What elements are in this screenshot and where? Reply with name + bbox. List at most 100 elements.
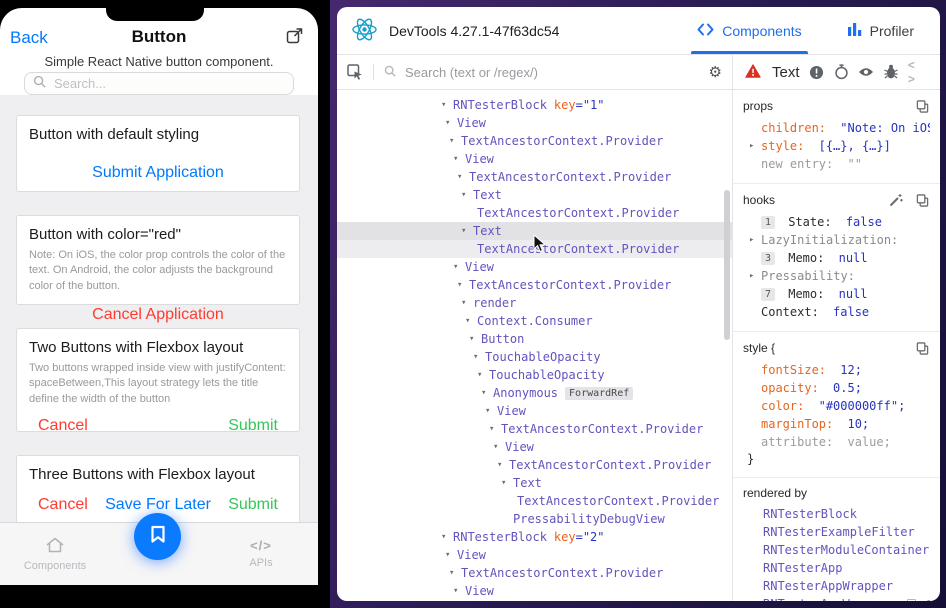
owner-name[interactable]: RNTesterBlock: [763, 507, 857, 521]
tree-row[interactable]: ▾ Text: [337, 186, 732, 204]
prop-row[interactable]: new entry: "": [743, 155, 930, 173]
tree-row[interactable]: ▾ TextAncestorContext.Provider: [337, 456, 732, 474]
view-source-icon[interactable]: < >: [908, 58, 928, 86]
tree-row[interactable]: ▾ Button: [337, 330, 732, 348]
tree-scrollbar-thumb[interactable]: [724, 190, 730, 340]
phone-button[interactable]: Submit Application: [92, 164, 224, 182]
tree-row[interactable]: ▾ render: [337, 294, 732, 312]
style-prop-value[interactable]: 10;: [847, 417, 869, 431]
expand-arrow-icon[interactable]: ▾: [445, 550, 457, 560]
tree-row[interactable]: ▾ RNTesterBlock key="2": [337, 528, 732, 546]
style-prop-value[interactable]: value;: [847, 435, 890, 449]
expand-arrow-icon[interactable]: ▾: [501, 478, 513, 488]
tab-profiler[interactable]: Profiler: [848, 7, 914, 54]
owner-name[interactable]: RNTesterApp: [763, 561, 842, 575]
tree-row[interactable]: ▾ Text: [337, 474, 732, 492]
tree-row[interactable]: ▾ Context.Consumer: [337, 312, 732, 330]
tree-row[interactable]: ▾ View: [337, 114, 732, 132]
copy-icon[interactable]: [914, 192, 930, 208]
prop-value[interactable]: [{…}, {…}]: [819, 139, 891, 153]
devtools-search-input[interactable]: [403, 64, 709, 81]
expand-arrow-icon[interactable]: ▾: [457, 280, 469, 290]
tree-row[interactable]: ▾ View: [337, 402, 732, 420]
hook-row[interactable]: Context: false: [743, 303, 930, 321]
expand-arrow-icon[interactable]: ▾: [441, 100, 453, 110]
expand-arrow-icon[interactable]: ▾: [461, 226, 473, 236]
prop-value[interactable]: "": [847, 157, 861, 171]
copy-icon[interactable]: [914, 340, 930, 356]
tree-row[interactable]: ▾ TextAncestorContext.Provider: [337, 132, 732, 150]
hook-value[interactable]: false: [846, 215, 882, 229]
owner-row[interactable]: RNTesterApp: [743, 559, 930, 577]
magic-wand-icon[interactable]: [888, 192, 904, 208]
tree-row[interactable]: ▾ View: [337, 150, 732, 168]
eye-icon[interactable]: [858, 64, 874, 80]
expand-arrow-icon[interactable]: ▾: [441, 532, 453, 542]
tree-row[interactable]: ▾ View: [337, 546, 732, 564]
expand-arrow-icon[interactable]: ▾: [465, 316, 477, 326]
owner-row[interactable]: RNTesterAppWrapper: [743, 577, 930, 595]
tree-row[interactable]: ▾ TextAncestorContext.Provider: [337, 168, 732, 186]
expand-arrow-icon[interactable]: ▾: [449, 136, 461, 146]
owner-name[interactable]: RNTesterExampleFilter: [763, 525, 915, 539]
phone-button[interactable]: Cancel: [38, 496, 88, 514]
gear-icon[interactable]: ⚙: [709, 65, 722, 80]
owner-row[interactable]: RNTesterModuleContainer: [743, 541, 930, 559]
phone-button[interactable]: Save For Later: [105, 496, 211, 514]
phone-search-bar[interactable]: [24, 72, 294, 95]
tree-row[interactable]: PressabilityDebugView: [337, 510, 732, 528]
tree-row[interactable]: ▾ RNTesterBlock key="1": [337, 96, 732, 114]
tree-row[interactable]: ▾ TextAncestorContext.Provider: [337, 600, 732, 601]
expand-arrow-icon[interactable]: ▾: [453, 154, 465, 164]
expand-arrow-icon[interactable]: ▾: [473, 352, 485, 362]
tree-row[interactable]: TextAncestorContext.Provider: [337, 204, 732, 222]
style-row[interactable]: marginTop: 10;: [743, 415, 930, 433]
expand-arrow-icon[interactable]: ▸: [749, 137, 759, 155]
tree-row[interactable]: ▾ TouchableOpacity: [337, 366, 732, 384]
hook-value[interactable]: null: [839, 251, 868, 265]
owner-row[interactable]: RNTesterBlock: [743, 505, 930, 523]
owner-name[interactable]: RNTesterModuleContainer: [763, 543, 929, 557]
owner-name[interactable]: RNTesterAppWrapper: [763, 597, 893, 601]
prop-value[interactable]: "Note: On iOS, the: [840, 121, 930, 135]
expand-arrow-icon[interactable]: ▸: [749, 231, 759, 249]
phone-button[interactable]: Cancel Application: [92, 306, 224, 324]
style-row[interactable]: attribute: value;: [743, 433, 930, 451]
tree-row[interactable]: ▾ TextAncestorContext.Provider: [337, 420, 732, 438]
tree-row[interactable]: ▾ TextAncestorContext.Provider: [337, 564, 732, 582]
phone-button[interactable]: Submit: [228, 496, 278, 514]
expand-arrow-icon[interactable]: ▾: [453, 586, 465, 596]
stopwatch-icon[interactable]: [833, 64, 849, 80]
expand-arrow-icon[interactable]: ▾: [489, 424, 501, 434]
owner-row[interactable]: RNTesterAppWrapper +1: [743, 595, 930, 601]
prop-row[interactable]: children: "Note: On iOS, the: [743, 119, 930, 137]
style-prop-value[interactable]: 0.5;: [833, 381, 862, 395]
expand-arrow-icon[interactable]: ▸: [749, 267, 759, 285]
expand-arrow-icon[interactable]: ▾: [445, 118, 457, 128]
expand-arrow-icon[interactable]: ▾: [449, 568, 461, 578]
style-row[interactable]: color: "#000000ff";: [743, 397, 930, 415]
style-row[interactable]: opacity: 0.5;: [743, 379, 930, 397]
expand-arrow-icon[interactable]: ▾: [477, 370, 489, 380]
owner-name[interactable]: RNTesterAppWrapper: [763, 579, 893, 593]
owner-row[interactable]: RNTesterExampleFilter: [743, 523, 930, 541]
style-prop-value[interactable]: "#000000ff";: [819, 399, 906, 413]
expand-arrow-icon[interactable]: ▾: [485, 406, 497, 416]
tree-row[interactable]: ▾ View: [337, 582, 732, 600]
error-icon[interactable]: [809, 64, 825, 80]
expand-arrow-icon[interactable]: ▾: [457, 172, 469, 182]
tree-row[interactable]: ▾ Anonymous ForwardRef: [337, 384, 732, 402]
expand-arrow-icon[interactable]: ▾: [461, 298, 473, 308]
tab-components[interactable]: Components: [10, 537, 100, 572]
style-prop-value[interactable]: 12;: [840, 363, 862, 377]
tree-row[interactable]: ▾ View: [337, 438, 732, 456]
expand-arrow-icon[interactable]: ▾: [469, 334, 481, 344]
hook-value[interactable]: false: [833, 305, 869, 319]
search-input[interactable]: [52, 75, 285, 92]
tab-components[interactable]: Components: [697, 7, 801, 54]
hook-row[interactable]: ▸ Pressability:: [743, 267, 930, 285]
open-external-icon[interactable]: [286, 27, 304, 45]
hook-row[interactable]: ▸ LazyInitialization:: [743, 231, 930, 249]
expand-arrow-icon[interactable]: ▾: [453, 262, 465, 272]
tree-row[interactable]: ▾ TextAncestorContext.Provider: [337, 276, 732, 294]
